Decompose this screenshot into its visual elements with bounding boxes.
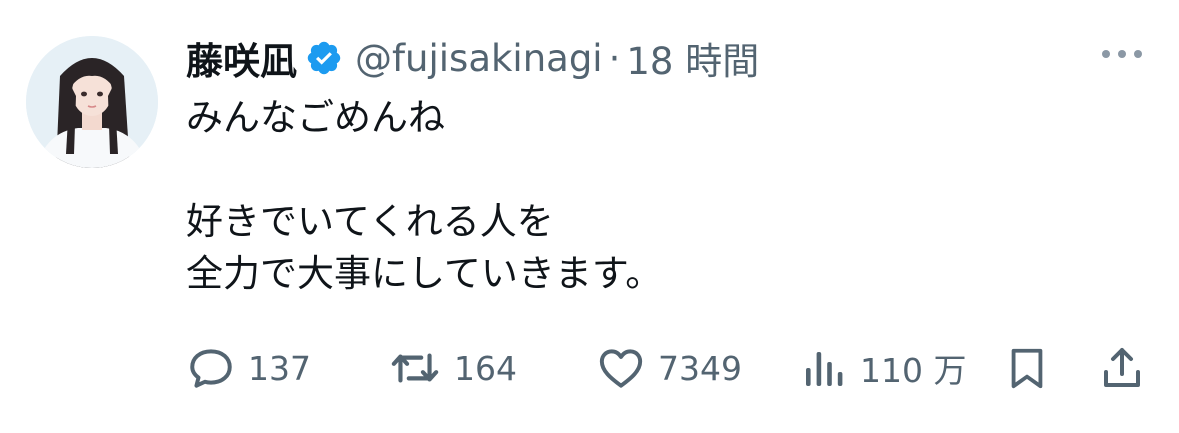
bookmark-icon [1004, 343, 1050, 393]
retweet-icon [388, 343, 442, 393]
more-icon[interactable] [1098, 44, 1146, 64]
tweet-line [186, 144, 662, 196]
retweet-count: 164 [454, 348, 517, 388]
action-bar: 137 164 7349 110 万 [0, 338, 1179, 398]
user-handle[interactable]: @fujisakinagi [355, 37, 603, 80]
separator-dot: · [608, 36, 621, 80]
tweet-line: みんなごめんね [186, 96, 445, 139]
view-count: 110 万 [860, 351, 967, 390]
verified-badge-icon [305, 39, 343, 77]
timestamp[interactable]: 18 時間 [626, 31, 759, 85]
retweet-button[interactable]: 164 [388, 338, 517, 398]
reply-button[interactable]: 137 [186, 338, 311, 398]
like-count: 7349 [658, 348, 742, 388]
tweet-card[interactable]: 藤咲凪 @fujisakinagi · 18 時間 みんなごめんね 好きでいてく… [0, 0, 1179, 433]
share-button[interactable] [1098, 338, 1146, 398]
avatar[interactable] [26, 36, 158, 168]
tweet-line: 全力で大事にしていきます。 [186, 252, 663, 295]
reply-icon [186, 343, 236, 393]
views-icon [800, 343, 848, 393]
like-button[interactable]: 7349 [596, 338, 742, 398]
tweet-line: 好きでいてくれる人を [186, 200, 554, 243]
share-icon [1098, 343, 1146, 393]
display-name[interactable]: 藤咲凪 [186, 31, 297, 85]
views-button[interactable]: 110 万 [800, 338, 966, 398]
heart-icon [596, 343, 646, 393]
tweet-text: みんなごめんね 好きでいてくれる人を 全力で大事にしていきます。 [186, 92, 662, 300]
tweet-header: 藤咲凪 @fujisakinagi · 18 時間 [186, 30, 759, 86]
reply-count: 137 [248, 348, 311, 388]
bookmark-button[interactable] [1004, 338, 1050, 398]
